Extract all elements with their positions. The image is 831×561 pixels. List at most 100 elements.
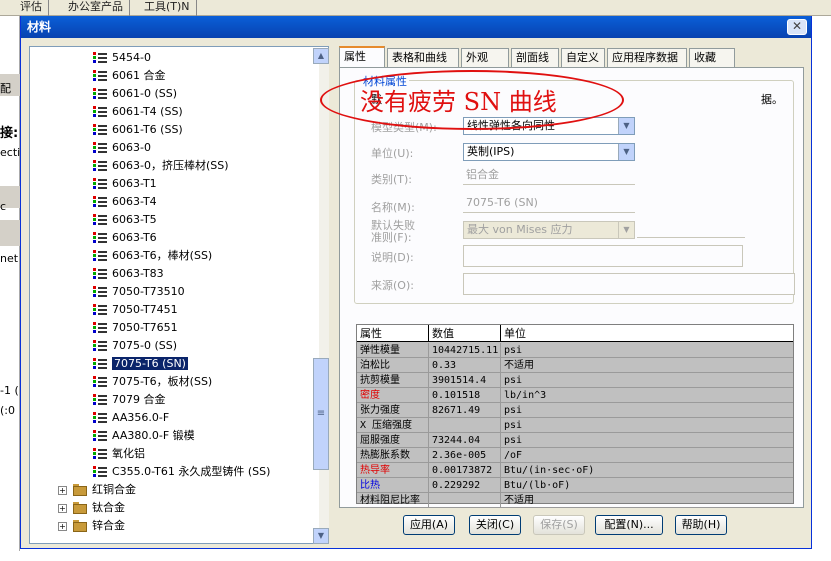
chevron-down-icon[interactable]: ▼ <box>618 222 634 238</box>
tree-item[interactable]: 5454-0 <box>92 49 151 67</box>
tree-folder[interactable]: + 锌合金 <box>58 517 125 535</box>
properties-table: 属性 数值 单位 弹性模量 10442715.11 psi 泊松比 0.33 不适用 抗剪模… <box>356 324 794 508</box>
table-cell-name: 泊松比 <box>357 358 429 373</box>
tab-crosshatch[interactable]: 剖面线 <box>511 48 559 68</box>
tree-item[interactable]: 6063-T6 <box>92 229 157 247</box>
tree-item-label: 7079 合金 <box>112 393 166 406</box>
divider <box>637 237 745 238</box>
table-row[interactable]: 密度 0.101518 lb/in^3 <box>357 388 793 403</box>
chevron-down-icon[interactable]: ▼ <box>618 118 634 134</box>
configure-button[interactable]: 配置(N)... <box>595 515 663 535</box>
header-value: 数值 <box>429 325 501 342</box>
scroll-down-icon[interactable]: ▼ <box>313 528 329 544</box>
tab-custom[interactable]: 自定义 <box>561 48 605 68</box>
tree-item[interactable]: AA380.0-F 锻模 <box>92 427 195 445</box>
tab-application-data[interactable]: 应用程序数据 <box>607 48 687 68</box>
tree-item[interactable]: 6063-0 <box>92 139 151 157</box>
table-row[interactable]: 弹性模量 10442715.11 psi <box>357 343 793 358</box>
tree-item[interactable]: 6063-T1 <box>92 175 157 193</box>
material-icon <box>92 195 108 209</box>
tab-appearance[interactable]: 外观 <box>461 48 509 68</box>
tab-properties[interactable]: 属性 <box>339 46 385 68</box>
tree-item[interactable]: 7079 合金 <box>92 391 166 409</box>
table-row[interactable]: 屈服强度 73244.04 psi <box>357 433 793 448</box>
table-cell-unit: Btu/(in·sec·oF) <box>504 465 595 476</box>
folder-icon <box>72 484 88 496</box>
units-value: 英制(IPS) <box>467 145 515 158</box>
model-type-select[interactable]: 线性弹性各向同性 ▼ <box>463 117 635 135</box>
expand-icon[interactable]: + <box>58 485 67 495</box>
tree-item[interactable]: 6061-0 (SS) <box>92 85 177 103</box>
table-cell-unit: /oF <box>504 450 523 461</box>
tree-item[interactable]: 6061-T4 (SS) <box>92 103 183 121</box>
close-button[interactable]: 关闭(C) <box>469 515 521 535</box>
expand-icon[interactable]: + <box>58 503 67 513</box>
material-icon <box>92 249 108 263</box>
background-left-panel: 配 接: ecti c net -1 ( (:0 <box>0 16 20 551</box>
table-row[interactable]: 抗剪模量 3901514.4 psi <box>357 373 793 388</box>
table-cell-unit: psi <box>504 345 523 356</box>
background-right-panel <box>812 16 831 551</box>
tree-item[interactable]: 7050-T73510 <box>92 283 185 301</box>
tree-item[interactable]: 6063-T6，棒材(SS) <box>92 247 212 265</box>
material-icon <box>92 267 108 281</box>
material-icon <box>92 123 108 137</box>
tree-item[interactable]: 6063-T83 <box>92 265 164 283</box>
description-field[interactable] <box>463 245 743 267</box>
material-icon <box>92 339 108 353</box>
units-select[interactable]: 英制(IPS) ▼ <box>463 143 635 161</box>
material-icon <box>92 447 108 461</box>
table-row[interactable]: 泊松比 0.33 不适用 <box>357 358 793 373</box>
table-row[interactable]: X 压缩强度 psi <box>357 418 793 433</box>
help-button[interactable]: 帮助(H) <box>675 515 727 535</box>
tree-item-label: 6061-T6 (SS) <box>112 123 183 136</box>
header-unit: 单位 <box>504 327 526 340</box>
background-fragment: ecti <box>0 146 21 159</box>
apply-button[interactable]: 应用(A) <box>403 515 455 535</box>
material-icon <box>92 87 108 101</box>
tree-item[interactable]: 7050-T7451 <box>92 301 178 319</box>
tree-item-label: 6063-T83 <box>112 267 164 280</box>
table-row[interactable]: 材料阻尼比率 不适用 <box>357 493 793 508</box>
source-label: 来源(O): <box>371 279 414 292</box>
chevron-down-icon[interactable]: ▼ <box>618 144 634 160</box>
tree-item[interactable]: 6063-0，挤压棒材(SS) <box>92 157 229 175</box>
scroll-up-icon[interactable]: ▲ <box>313 48 329 64</box>
tab-tables-curves[interactable]: 表格和曲线 <box>387 48 459 68</box>
scroll-thumb[interactable]: ≡ <box>313 358 329 470</box>
table-cell-unit: psi <box>504 375 523 386</box>
save-button[interactable]: 保存(S) <box>533 515 585 535</box>
criterion-select[interactable]: 最大 von Mises 应力 ▼ <box>463 221 635 239</box>
criterion-label-2: 准则(F): <box>371 231 412 244</box>
tree-scrollbar[interactable]: ▲ ≡ ▼ <box>313 48 329 544</box>
table-header: 属性 数值 单位 <box>357 325 793 342</box>
material-icon <box>92 141 108 155</box>
tree-item[interactable]: 6061 合金 <box>92 67 166 85</box>
expand-icon[interactable]: + <box>58 521 67 531</box>
background-tab: 工具(T)N <box>138 0 197 16</box>
table-cell-unit: 不适用 <box>504 495 534 506</box>
close-icon[interactable]: ✕ <box>787 19 807 35</box>
tree-item[interactable]: C355.0-T61 永久成型铸件 (SS) <box>92 463 270 481</box>
header-property: 属性 <box>357 325 429 342</box>
tree-item[interactable]: 7075-T6 (SN) <box>92 355 188 373</box>
source-field[interactable] <box>463 273 795 295</box>
dialog-titlebar[interactable]: 材料 ✕ <box>21 16 811 38</box>
tab-favorites[interactable]: 收藏 <box>689 48 735 68</box>
tree-item[interactable]: 7050-T7651 <box>92 319 178 337</box>
material-icon <box>92 465 108 479</box>
tree-item[interactable]: 6063-T4 <box>92 193 157 211</box>
tree-item[interactable]: 氧化铝 <box>92 445 145 463</box>
table-cell-value <box>429 493 501 508</box>
tree-folder[interactable]: + 钛合金 <box>58 499 125 517</box>
table-row[interactable]: 张力强度 82671.49 psi <box>357 403 793 418</box>
table-row[interactable]: 比热 0.229292 Btu/(lb·oF) <box>357 478 793 493</box>
tree-item[interactable]: 7075-T6，板材(SS) <box>92 373 212 391</box>
table-row[interactable]: 热导率 0.00173872 Btu/(in·sec·oF) <box>357 463 793 478</box>
tree-item[interactable]: 7075-0 (SS) <box>92 337 177 355</box>
table-row[interactable]: 热膨胀系数 2.36e-005/oF <box>357 448 793 463</box>
tree-item[interactable]: 6063-T5 <box>92 211 157 229</box>
tree-item[interactable]: AA356.0-F <box>92 409 169 427</box>
tree-folder[interactable]: + 红铜合金 <box>58 481 136 499</box>
tree-item[interactable]: 6061-T6 (SS) <box>92 121 183 139</box>
